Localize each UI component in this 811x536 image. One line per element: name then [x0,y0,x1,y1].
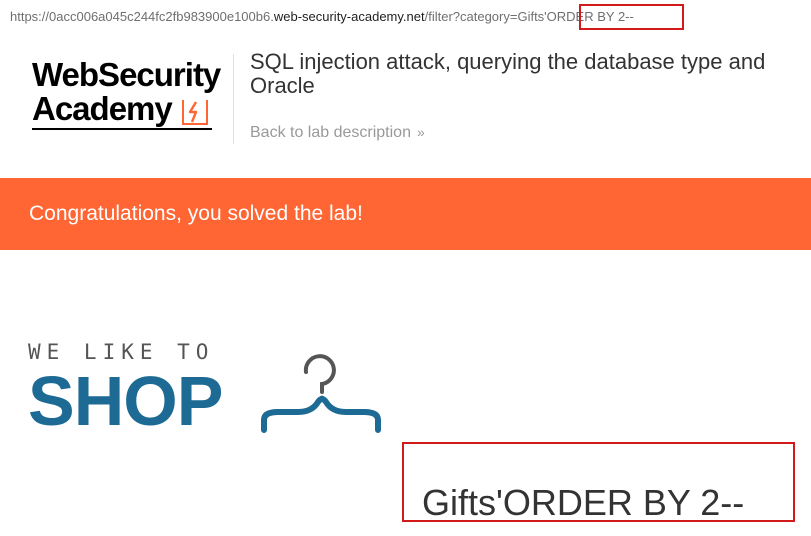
url-highlight-box [579,4,684,30]
url-prefix: https://0acc006a045c244fc2fb983900e100b6… [10,9,274,24]
shop-tagline: WE LIKE TO [28,340,215,364]
academy-lightning-icon [182,100,208,125]
back-link-label: Back to lab description [250,124,411,141]
clothes-hanger-icon [261,354,381,433]
category-title-highlight-box: Gifts'ORDER BY 2-- [402,442,795,523]
shop-word: SHOP [28,362,223,440]
shop-logo[interactable]: WE LIKE TO SHOP [28,340,388,440]
lab-solved-banner: Congratulations, you solved the lab! [0,178,811,250]
banner-message: Congratulations, you solved the lab! [29,202,363,225]
double-chevron-right-icon: » [416,124,425,140]
header-divider [233,54,234,144]
lab-title: SQL injection attack, querying the datab… [250,50,765,98]
web-security-academy-logo[interactable]: WebSecurity Academy [28,54,238,144]
address-bar[interactable]: https://0acc006a045c244fc2fb983900e100b6… [0,0,811,35]
lab-title-line2: Oracle [250,73,315,98]
logo-underline [32,128,212,130]
back-to-lab-link[interactable]: Back to lab description » [250,124,425,142]
url-host: web-security-academy.net [273,9,425,24]
lab-header: WebSecurity Academy SQL injection attack… [0,34,811,178]
url-text[interactable]: https://0acc006a045c244fc2fb983900e100b6… [10,9,634,24]
logo-line1: WebSecurity [32,56,221,93]
lab-title-line1: SQL injection attack, querying the datab… [250,49,766,74]
category-title: Gifts'ORDER BY 2-- [422,482,745,523]
logo-line2: Academy [32,90,173,127]
